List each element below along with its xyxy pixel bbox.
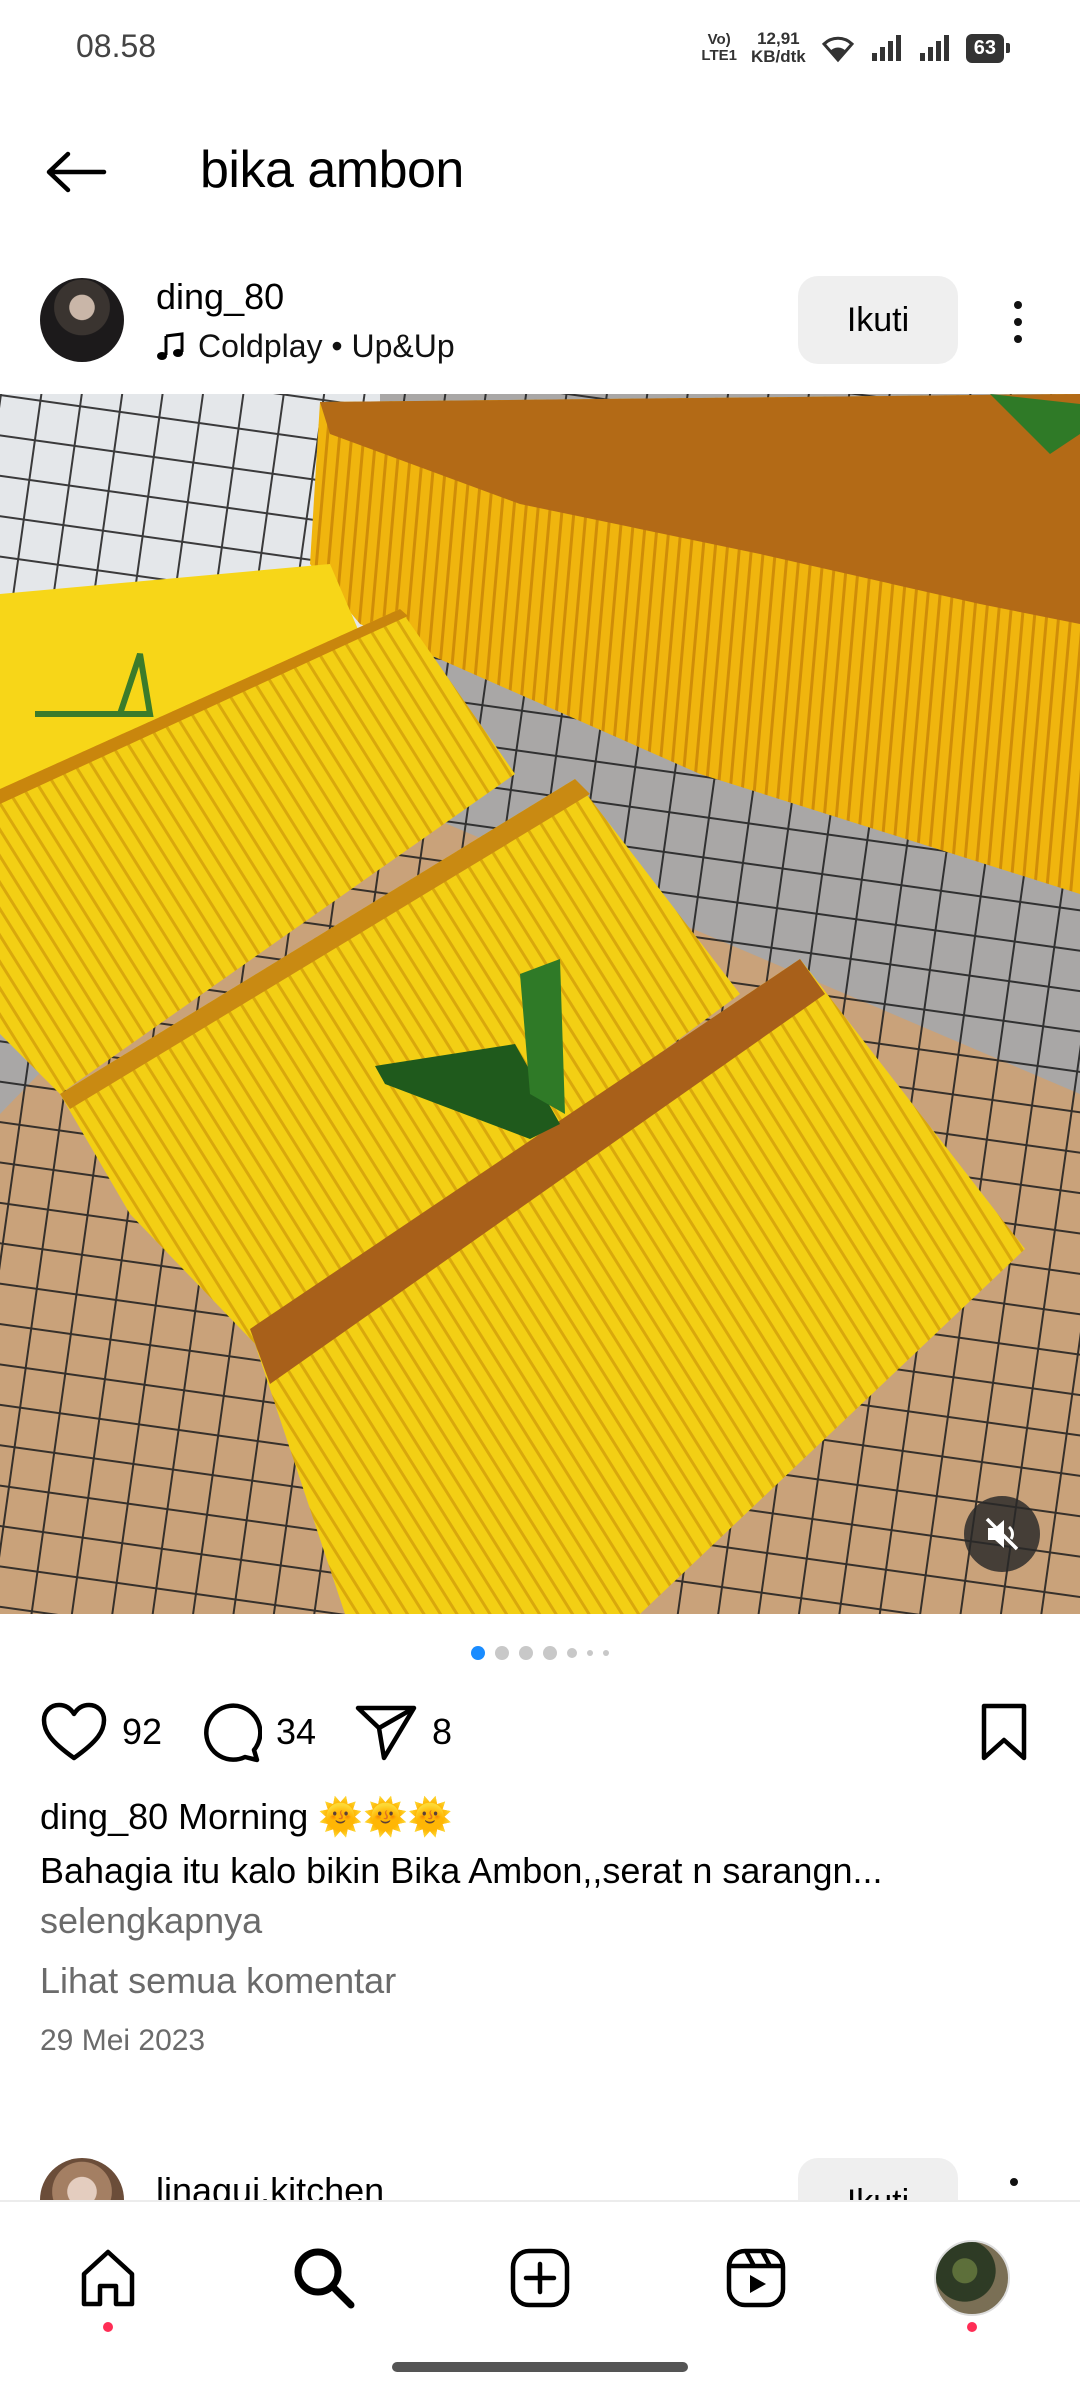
network-speed: 12,91 KB/dtk [750, 29, 806, 66]
notification-dot [103, 2322, 113, 2332]
volte-indicator: Vo) LTE1 [701, 31, 737, 64]
nav-reels[interactable] [716, 2238, 796, 2318]
like-action[interactable]: 92 [40, 1696, 162, 1768]
post-header: ding_80 Coldplay • Up&Up Ikuti [0, 264, 1080, 394]
next-post-avatar[interactable] [40, 2158, 124, 2200]
battery-indicator: 63 [965, 33, 1011, 63]
next-follow-button[interactable]: Ikuti [798, 2158, 958, 2200]
carousel-dot [587, 1650, 593, 1656]
carousel-dot [495, 1646, 509, 1660]
post-actions: 92 34 8 [0, 1696, 1080, 1776]
carousel-dot [567, 1648, 577, 1658]
see-more-link[interactable]: selengkapnya [40, 1900, 262, 1942]
more-options-button[interactable] [996, 290, 1040, 354]
carousel-dot [603, 1650, 609, 1656]
home-icon [81, 2249, 135, 2307]
mute-toggle-button[interactable] [964, 1496, 1040, 1572]
arrow-left-icon [46, 151, 107, 193]
like-count: 92 [122, 1711, 163, 1752]
next-post-header: linagui.kitchen Ikuti [0, 2150, 1080, 2200]
wifi-icon [821, 36, 854, 63]
back-button[interactable] [40, 144, 112, 200]
sun-emoji-icon: 🌞🌞🌞 [318, 1796, 453, 1837]
save-button[interactable] [974, 1696, 1034, 1768]
more-vertical-icon [1014, 301, 1022, 309]
carousel-indicator [0, 1646, 1080, 1660]
muted-speaker-icon [985, 1517, 1019, 1551]
heart-icon [41, 1702, 107, 1761]
comment-count: 34 [276, 1711, 317, 1752]
notification-dot [967, 2322, 977, 2332]
post-media[interactable] [0, 394, 1080, 1614]
post-username[interactable]: ding_80 [156, 276, 284, 318]
signal-1-icon [871, 35, 901, 61]
bookmark-icon [981, 1703, 1027, 1761]
reels-icon [726, 2248, 786, 2308]
next-post-username[interactable]: linagui.kitchen [156, 2170, 384, 2200]
page-title: bika ambon [200, 141, 464, 199]
send-icon [355, 1705, 417, 1761]
create-icon [510, 2248, 570, 2308]
carousel-dot [543, 1646, 557, 1660]
caption-text: Morning [178, 1796, 309, 1837]
follow-button[interactable]: Ikuti [798, 276, 958, 364]
share-action[interactable]: 8 [354, 1696, 452, 1768]
nav-profile[interactable] [932, 2238, 1012, 2332]
comment-icon [204, 1703, 262, 1763]
share-count: 8 [432, 1711, 453, 1752]
post-photo [0, 394, 1080, 1614]
home-indicator[interactable] [392, 2362, 688, 2372]
next-more-options-icon[interactable] [1010, 2178, 1018, 2186]
status-icons: Vo) LTE1 12,91 KB/dtk 63 [701, 26, 1011, 70]
nav-create[interactable] [500, 2238, 580, 2318]
view-all-comments-link[interactable]: Lihat semua komentar [40, 1960, 396, 2002]
caption-username[interactable]: ding_80 [40, 1796, 168, 1837]
caption-second-line: Bahagia itu kalo bikin Bika Ambon,,serat… [40, 1850, 883, 1891]
post-author-avatar[interactable] [40, 278, 124, 362]
music-note-icon [157, 331, 184, 360]
post-date: 29 Mei 2023 [40, 2024, 206, 2057]
carousel-dot [519, 1646, 533, 1660]
status-bar: 08.58 Vo) LTE1 12,91 KB/dtk 63 [0, 0, 1080, 96]
nav-home[interactable] [68, 2238, 148, 2332]
nav-search[interactable] [284, 2238, 364, 2318]
search-results-header: bika ambon [0, 120, 1080, 220]
music-label: Coldplay • Up&Up [198, 328, 455, 364]
status-time: 08.58 [76, 28, 157, 64]
caption-first-line: ding_80 Morning 🌞🌞🌞 [40, 1796, 453, 1838]
comment-action[interactable]: 34 [198, 1696, 316, 1768]
search-icon [294, 2248, 355, 2309]
signal-2-icon [919, 35, 949, 61]
carousel-dot [471, 1646, 485, 1660]
post-music[interactable]: Coldplay • Up&Up [156, 328, 455, 365]
profile-avatar [934, 2240, 1010, 2316]
